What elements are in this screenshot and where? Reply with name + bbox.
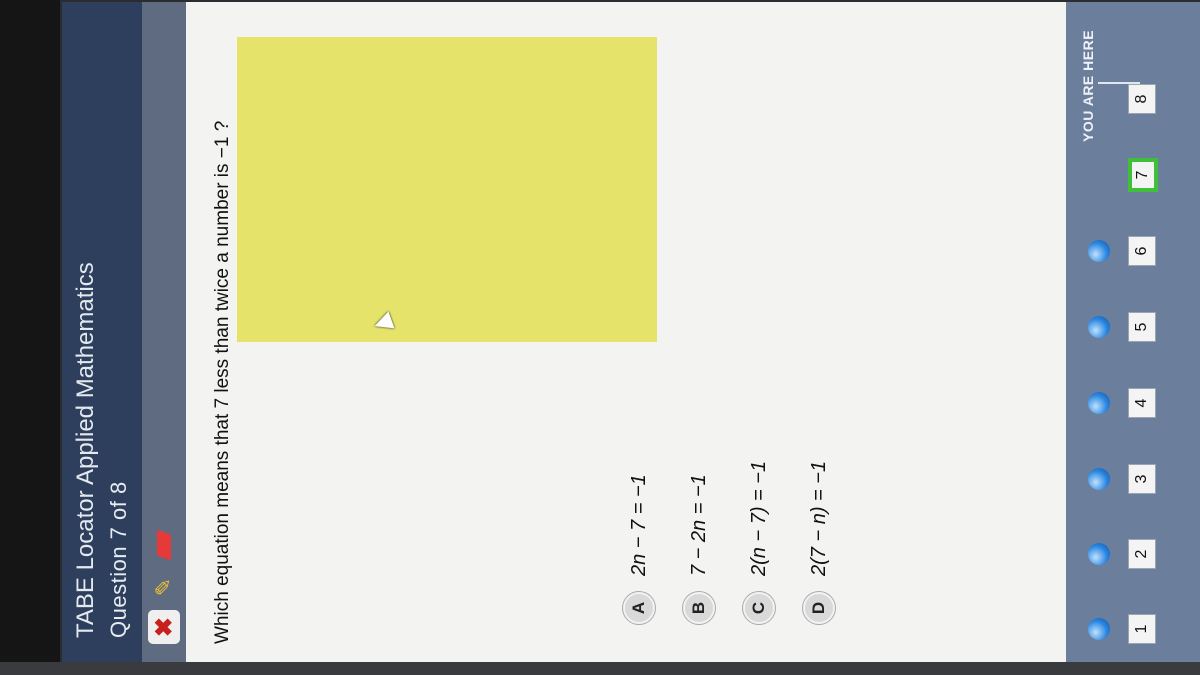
test-screen: TABE Locator Applied Mathematics Questio… — [62, 2, 1200, 662]
highlight-region — [237, 37, 657, 342]
monitor-bezel — [0, 0, 60, 675]
answer-letter-a: A — [623, 592, 655, 624]
nav-question-2[interactable]: 2 — [1128, 539, 1156, 569]
answer-text-c: 2(n − 7) = −1 — [747, 460, 770, 576]
answer-text-d: 2(7 − n) = −1 — [807, 460, 830, 576]
answered-dot-1 — [1088, 618, 1110, 640]
nav-question-6[interactable]: 6 — [1128, 236, 1156, 266]
monitor-bezel-edge — [0, 662, 1200, 675]
question-counter: Question 7 of 8 — [106, 481, 131, 638]
nav-question-8[interactable]: 8 — [1128, 84, 1156, 114]
close-icon: ✖ — [150, 616, 178, 638]
answered-dot-2 — [1088, 543, 1110, 565]
eraser-icon — [157, 529, 171, 561]
nav-question-3[interactable]: 3 — [1128, 464, 1156, 494]
answer-letter-c: C — [743, 592, 775, 624]
question-navigation: YOU ARE HERE 1 2 3 4 5 6 7 8 — [1066, 2, 1200, 662]
highlighter-button[interactable]: ✎ — [148, 570, 180, 604]
question-text: Which equation means that 7 less than tw… — [212, 120, 233, 644]
app-title: TABE Locator Applied Mathematics — [72, 262, 99, 638]
answer-letter-b: B — [683, 592, 715, 624]
you-are-here-label: YOU ARE HERE — [1080, 29, 1096, 142]
close-button[interactable]: ✖ — [148, 610, 180, 644]
answered-dot-3 — [1088, 468, 1110, 490]
nav-question-4[interactable]: 4 — [1128, 388, 1156, 418]
answer-option-d[interactable]: D 2(7 − n) = −1 — [802, 364, 836, 624]
answer-letter-d: D — [803, 592, 835, 624]
nav-question-1[interactable]: 1 — [1128, 614, 1156, 644]
answered-dot-4 — [1088, 392, 1110, 414]
answer-option-b[interactable]: B 7 − 2n = −1 — [682, 364, 716, 624]
answer-option-a[interactable]: A 2n − 7 = −1 — [622, 364, 656, 624]
header: TABE Locator Applied Mathematics Questio… — [62, 2, 202, 662]
nav-question-5[interactable]: 5 — [1128, 312, 1156, 342]
answer-text-a: 2n − 7 = −1 — [627, 474, 650, 576]
answer-option-c[interactable]: C 2(n − 7) = −1 — [742, 364, 776, 624]
nav-question-7-current[interactable]: 7 — [1128, 158, 1158, 192]
answer-text-b: 7 − 2n = −1 — [687, 474, 710, 576]
toolbar: ✖ ✎ — [142, 2, 186, 662]
highlighter-icon: ✎ — [151, 577, 176, 597]
eraser-button[interactable] — [148, 528, 180, 562]
answered-dot-5 — [1088, 316, 1110, 338]
answered-dot-6 — [1088, 240, 1110, 262]
